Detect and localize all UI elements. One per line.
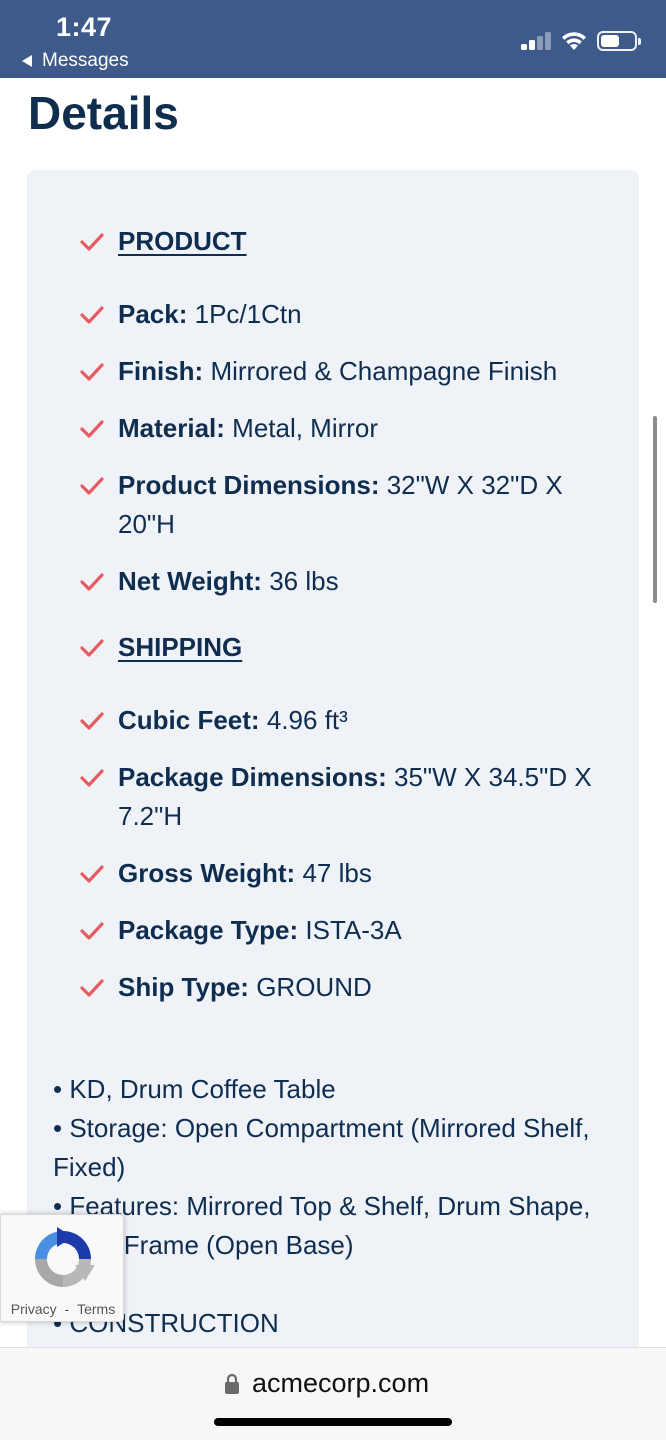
detail-key: Material: [118, 413, 225, 443]
lock-icon [225, 1373, 239, 1394]
back-to-messages-link[interactable]: Messages [22, 50, 129, 72]
check-icon [80, 769, 104, 787]
check-icon [80, 639, 104, 657]
feature-bullet-list: • KD, Drum Coffee Table • Storage: Open … [53, 1070, 593, 1343]
detail-key: Cubic Feet: [118, 705, 260, 735]
check-icon [80, 979, 104, 997]
detail-key: Package Type: [118, 915, 299, 945]
back-arrow-icon [22, 55, 32, 67]
bullet-item: • CONSTRUCTION [53, 1308, 279, 1338]
product-section-heading: PRODUCT [80, 222, 600, 261]
check-icon [80, 233, 104, 251]
status-time: 1:47 [56, 12, 113, 42]
check-icon [80, 363, 104, 381]
battery-level [601, 35, 619, 47]
detail-key: Pack: [118, 299, 188, 329]
recaptcha-separator: - [64, 1301, 70, 1317]
details-checklist: PRODUCT Pack: 1Pc/1Ctn Finish: Mirrored … [80, 222, 600, 1025]
detail-value: ISTA-3A [305, 915, 402, 945]
page-title: Details [28, 87, 179, 139]
back-link-label: Messages [42, 50, 129, 71]
battery-icon [597, 31, 641, 51]
detail-row-gross-weight: Gross Weight: 47 lbs [80, 854, 600, 893]
url-display[interactable]: acmecorp.com [224, 1368, 429, 1399]
detail-key: Package Dimensions: [118, 762, 387, 792]
bullet-item: • KD, Drum Coffee Table [53, 1074, 336, 1104]
detail-row-package-type: Package Type: ISTA-3A [80, 911, 600, 950]
url-text: acmecorp.com [252, 1368, 430, 1398]
detail-row-ship-type: Ship Type: GROUND [80, 968, 600, 1007]
details-card: PRODUCT Pack: 1Pc/1Ctn Finish: Mirrored … [27, 170, 639, 1360]
detail-value: GROUND [256, 972, 372, 1002]
detail-key: Finish: [118, 356, 204, 386]
detail-row-product-dimensions: Product Dimensions: 32"W X 32"D X 20"H [80, 466, 600, 544]
browser-url-bar[interactable]: acmecorp.com [0, 1347, 666, 1440]
recaptcha-links: Privacy - Terms [1, 1301, 125, 1317]
detail-row-net-weight: Net Weight: 36 lbs [80, 562, 600, 601]
detail-row-material: Material: Metal, Mirror [80, 409, 600, 448]
detail-value: 1Pc/1Ctn [194, 299, 302, 329]
check-icon [80, 477, 104, 495]
detail-row-pack: Pack: 1Pc/1Ctn [80, 295, 600, 334]
shipping-section-heading: SHIPPING [80, 628, 600, 667]
bullet-item: • Storage: Open Compartment (Mirrored Sh… [53, 1113, 590, 1182]
scrollbar-thumb[interactable] [653, 416, 657, 603]
check-icon [80, 865, 104, 883]
bullet-item: • Features: Mirrored Top & Shelf, Drum S… [53, 1191, 591, 1260]
recaptcha-privacy-link[interactable]: Privacy [11, 1301, 57, 1317]
check-icon [80, 712, 104, 730]
detail-key: Ship Type: [118, 972, 249, 1002]
detail-key: Gross Weight: [118, 858, 296, 888]
detail-row-package-dimensions: Package Dimensions: 35"W X 34.5"D X 7.2"… [80, 758, 600, 836]
home-indicator[interactable] [214, 1418, 452, 1426]
check-icon [80, 573, 104, 591]
product-heading-label: PRODUCT [118, 226, 247, 256]
detail-value: Mirrored & Champagne Finish [210, 356, 558, 386]
detail-value: Metal, Mirror [232, 413, 379, 443]
recaptcha-logo-icon [35, 1227, 95, 1287]
recaptcha-badge[interactable]: Privacy - Terms [0, 1214, 124, 1322]
detail-value: 4.96 ft³ [266, 705, 348, 735]
check-icon [80, 922, 104, 940]
detail-key: Product Dimensions: [118, 470, 380, 500]
status-bar: 1:47 Messages [0, 0, 666, 78]
shipping-heading-label: SHIPPING [118, 632, 243, 662]
detail-key: Net Weight: [118, 566, 262, 596]
wifi-icon [562, 32, 586, 50]
detail-row-cubic-feet: Cubic Feet: 4.96 ft³ [80, 701, 600, 740]
detail-value: 47 lbs [302, 858, 372, 888]
cellular-signal-icon [521, 30, 553, 50]
check-icon [80, 420, 104, 438]
detail-value: 36 lbs [269, 566, 339, 596]
check-icon [80, 306, 104, 324]
recaptcha-terms-link[interactable]: Terms [77, 1301, 115, 1317]
detail-row-finish: Finish: Mirrored & Champagne Finish [80, 352, 600, 391]
